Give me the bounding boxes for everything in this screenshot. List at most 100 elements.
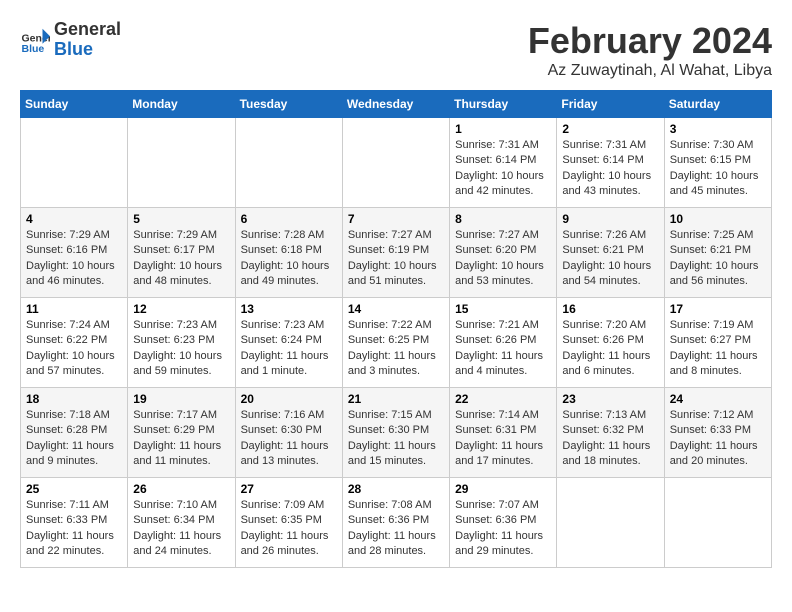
calendar-cell: [342, 118, 449, 208]
day-number: 29: [455, 482, 551, 496]
calendar-day-header-thursday: Thursday: [450, 91, 557, 118]
calendar-week-row: 1 Sunrise: 7:31 AM Sunset: 6:14 PM Daylig…: [21, 118, 772, 208]
day-number: 26: [133, 482, 229, 496]
day-number: 8: [455, 212, 551, 226]
day-content: Sunrise: 7:10 AM Sunset: 6:34 PM Dayligh…: [133, 498, 229, 560]
calendar-day-header-sunday: Sunday: [21, 91, 128, 118]
day-content: Sunrise: 7:21 AM Sunset: 6:26 PM Dayligh…: [455, 318, 551, 380]
calendar-cell: [235, 118, 342, 208]
calendar-cell: 17 Sunrise: 7:19 AM Sunset: 6:27 PM Dayli…: [664, 298, 771, 388]
calendar-table: SundayMondayTuesdayWednesdayThursdayFrid…: [20, 90, 772, 568]
calendar-cell: 8 Sunrise: 7:27 AM Sunset: 6:20 PM Daylig…: [450, 208, 557, 298]
day-number: 3: [670, 122, 766, 136]
day-number: 6: [241, 212, 337, 226]
day-content: Sunrise: 7:16 AM Sunset: 6:30 PM Dayligh…: [241, 408, 337, 470]
calendar-header-row: SundayMondayTuesdayWednesdayThursdayFrid…: [21, 91, 772, 118]
day-content: Sunrise: 7:19 AM Sunset: 6:27 PM Dayligh…: [670, 318, 766, 380]
calendar-cell: 12 Sunrise: 7:23 AM Sunset: 6:23 PM Dayli…: [128, 298, 235, 388]
logo-text-general: General: [54, 20, 121, 40]
day-number: 23: [562, 392, 658, 406]
calendar-cell: 19 Sunrise: 7:17 AM Sunset: 6:29 PM Dayli…: [128, 388, 235, 478]
day-content: Sunrise: 7:07 AM Sunset: 6:36 PM Dayligh…: [455, 498, 551, 560]
day-number: 1: [455, 122, 551, 136]
calendar-day-header-tuesday: Tuesday: [235, 91, 342, 118]
calendar-cell: 27 Sunrise: 7:09 AM Sunset: 6:35 PM Dayli…: [235, 478, 342, 568]
day-content: Sunrise: 7:23 AM Sunset: 6:23 PM Dayligh…: [133, 318, 229, 380]
calendar-week-row: 4 Sunrise: 7:29 AM Sunset: 6:16 PM Daylig…: [21, 208, 772, 298]
day-content: Sunrise: 7:26 AM Sunset: 6:21 PM Dayligh…: [562, 228, 658, 290]
day-number: 11: [26, 302, 122, 316]
calendar-cell: 1 Sunrise: 7:31 AM Sunset: 6:14 PM Daylig…: [450, 118, 557, 208]
day-number: 16: [562, 302, 658, 316]
calendar-cell: 21 Sunrise: 7:15 AM Sunset: 6:30 PM Dayli…: [342, 388, 449, 478]
day-content: Sunrise: 7:20 AM Sunset: 6:26 PM Dayligh…: [562, 318, 658, 380]
calendar-week-row: 11 Sunrise: 7:24 AM Sunset: 6:22 PM Dayli…: [21, 298, 772, 388]
calendar-cell: 3Sunrise: 7:30 AM Sunset: 6:15 PM Daylig…: [664, 118, 771, 208]
day-content: Sunrise: 7:27 AM Sunset: 6:19 PM Dayligh…: [348, 228, 444, 290]
calendar-cell: [557, 478, 664, 568]
day-content: Sunrise: 7:09 AM Sunset: 6:35 PM Dayligh…: [241, 498, 337, 560]
calendar-cell: 23Sunrise: 7:13 AM Sunset: 6:32 PM Dayli…: [557, 388, 664, 478]
day-number: 9: [562, 212, 658, 226]
day-number: 21: [348, 392, 444, 406]
day-number: 2: [562, 122, 658, 136]
calendar-cell: 14Sunrise: 7:22 AM Sunset: 6:25 PM Dayli…: [342, 298, 449, 388]
day-content: Sunrise: 7:12 AM Sunset: 6:33 PM Dayligh…: [670, 408, 766, 470]
day-content: Sunrise: 7:25 AM Sunset: 6:21 PM Dayligh…: [670, 228, 766, 290]
calendar-cell: 18 Sunrise: 7:18 AM Sunset: 6:28 PM Dayli…: [21, 388, 128, 478]
day-number: 19: [133, 392, 229, 406]
calendar-cell: 5Sunrise: 7:29 AM Sunset: 6:17 PM Daylig…: [128, 208, 235, 298]
calendar-cell: 20 Sunrise: 7:16 AM Sunset: 6:30 PM Dayli…: [235, 388, 342, 478]
day-content: Sunrise: 7:11 AM Sunset: 6:33 PM Dayligh…: [26, 498, 122, 560]
calendar-title: February 2024: [528, 20, 772, 62]
svg-text:Blue: Blue: [22, 43, 45, 55]
calendar-day-header-saturday: Saturday: [664, 91, 771, 118]
day-number: 4: [26, 212, 122, 226]
day-number: 15: [455, 302, 551, 316]
day-content: Sunrise: 7:18 AM Sunset: 6:28 PM Dayligh…: [26, 408, 122, 470]
calendar-cell: [664, 478, 771, 568]
calendar-cell: 26 Sunrise: 7:10 AM Sunset: 6:34 PM Dayli…: [128, 478, 235, 568]
day-content: Sunrise: 7:23 AM Sunset: 6:24 PM Dayligh…: [241, 318, 337, 380]
calendar-cell: 28 Sunrise: 7:08 AM Sunset: 6:36 PM Dayli…: [342, 478, 449, 568]
calendar-cell: 22 Sunrise: 7:14 AM Sunset: 6:31 PM Dayli…: [450, 388, 557, 478]
calendar-cell: 15 Sunrise: 7:21 AM Sunset: 6:26 PM Dayli…: [450, 298, 557, 388]
day-content: Sunrise: 7:15 AM Sunset: 6:30 PM Dayligh…: [348, 408, 444, 470]
logo-icon: General Blue: [20, 25, 50, 55]
title-block: February 2024 Az Zuwaytinah, Al Wahat, L…: [528, 20, 772, 80]
calendar-cell: 16 Sunrise: 7:20 AM Sunset: 6:26 PM Dayli…: [557, 298, 664, 388]
calendar-cell: 25 Sunrise: 7:11 AM Sunset: 6:33 PM Dayli…: [21, 478, 128, 568]
day-content: Sunrise: 7:31 AM Sunset: 6:14 PM Dayligh…: [455, 138, 551, 200]
calendar-day-header-wednesday: Wednesday: [342, 91, 449, 118]
day-number: 7: [348, 212, 444, 226]
day-content: Sunrise: 7:31 AM Sunset: 6:14 PM Dayligh…: [562, 138, 658, 200]
day-content: Sunrise: 7:29 AM Sunset: 6:17 PM Dayligh…: [133, 228, 229, 290]
calendar-cell: 6 Sunrise: 7:28 AM Sunset: 6:18 PM Daylig…: [235, 208, 342, 298]
day-number: 20: [241, 392, 337, 406]
day-content: Sunrise: 7:14 AM Sunset: 6:31 PM Dayligh…: [455, 408, 551, 470]
calendar-cell: 9 Sunrise: 7:26 AM Sunset: 6:21 PM Daylig…: [557, 208, 664, 298]
day-number: 27: [241, 482, 337, 496]
calendar-subtitle: Az Zuwaytinah, Al Wahat, Libya: [528, 62, 772, 80]
calendar-day-header-monday: Monday: [128, 91, 235, 118]
calendar-cell: 4 Sunrise: 7:29 AM Sunset: 6:16 PM Daylig…: [21, 208, 128, 298]
calendar-cell: 7 Sunrise: 7:27 AM Sunset: 6:19 PM Daylig…: [342, 208, 449, 298]
day-number: 25: [26, 482, 122, 496]
calendar-cell: 29 Sunrise: 7:07 AM Sunset: 6:36 PM Dayli…: [450, 478, 557, 568]
day-content: Sunrise: 7:28 AM Sunset: 6:18 PM Dayligh…: [241, 228, 337, 290]
day-number: 22: [455, 392, 551, 406]
day-content: Sunrise: 7:24 AM Sunset: 6:22 PM Dayligh…: [26, 318, 122, 380]
day-content: Sunrise: 7:27 AM Sunset: 6:20 PM Dayligh…: [455, 228, 551, 290]
day-number: 12: [133, 302, 229, 316]
day-number: 18: [26, 392, 122, 406]
day-number: 17: [670, 302, 766, 316]
calendar-cell: [21, 118, 128, 208]
calendar-cell: 10Sunrise: 7:25 AM Sunset: 6:21 PM Dayli…: [664, 208, 771, 298]
logo-text-blue: Blue: [54, 40, 121, 60]
day-content: Sunrise: 7:17 AM Sunset: 6:29 PM Dayligh…: [133, 408, 229, 470]
day-content: Sunrise: 7:29 AM Sunset: 6:16 PM Dayligh…: [26, 228, 122, 290]
calendar-week-row: 18 Sunrise: 7:18 AM Sunset: 6:28 PM Dayli…: [21, 388, 772, 478]
day-number: 28: [348, 482, 444, 496]
day-content: Sunrise: 7:08 AM Sunset: 6:36 PM Dayligh…: [348, 498, 444, 560]
calendar-week-row: 25 Sunrise: 7:11 AM Sunset: 6:33 PM Dayli…: [21, 478, 772, 568]
